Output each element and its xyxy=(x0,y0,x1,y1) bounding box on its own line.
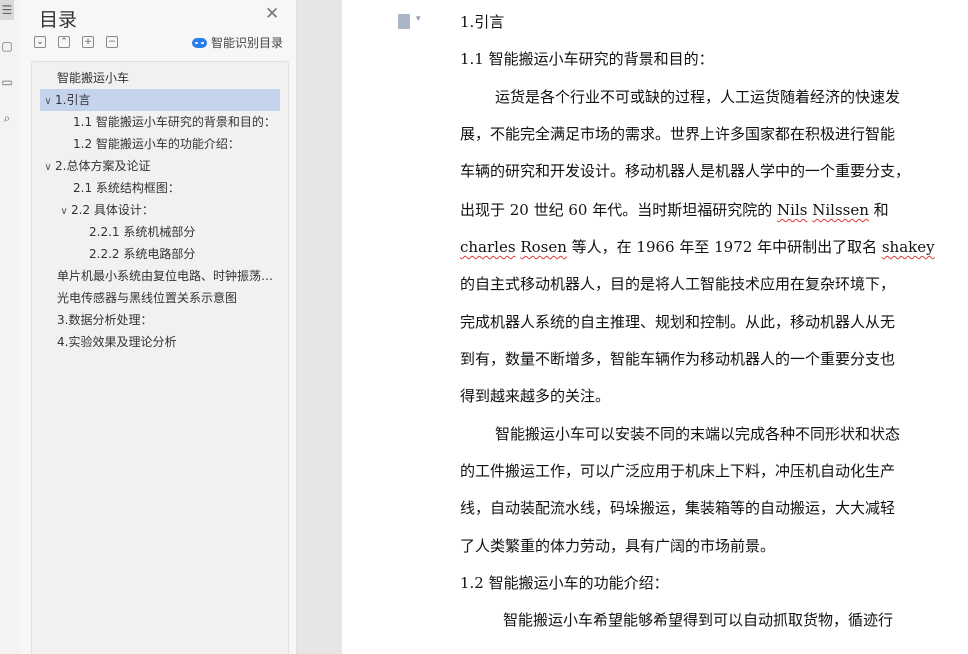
toc-item[interactable]: 2.1 系统结构框图： xyxy=(40,177,280,199)
chevron-down-icon[interactable]: ∨ xyxy=(41,157,55,177)
toc-item[interactable]: 2.2.1 系统机械部分 xyxy=(40,221,280,243)
heading-2: 1.2 智能搬运小车的功能介绍： xyxy=(460,574,669,592)
paragraph-line: 了人类繁重的体力劳动，具有广阔的市场前景。 xyxy=(460,537,776,555)
page-gutter xyxy=(297,0,341,654)
paragraph-line: 展，不能完全满足市场的需求。世界上许多国家都在积极进行智能 xyxy=(460,125,896,143)
remove-level-icon[interactable]: − xyxy=(106,36,118,48)
toc-item[interactable]: 1.2 智能搬运小车的功能介绍： xyxy=(40,133,280,155)
paragraph-line: 的工件搬运工作，可以广泛应用于机床上下料，冲压机自动化生产 xyxy=(460,462,896,480)
toc-item[interactable]: 4.实验效果及理论分析 xyxy=(40,331,280,353)
add-level-icon[interactable]: + xyxy=(82,36,94,48)
page-icon[interactable] xyxy=(398,14,410,29)
collapse-all-icon[interactable]: ⌄ xyxy=(34,36,46,48)
paragraph-line: 智能搬运小车可以安装不同的末端以完成各种不同形状和状态 xyxy=(495,425,901,443)
toc-item[interactable]: 光电传感器与黑线位置关系示意图 xyxy=(40,287,280,309)
close-icon[interactable]: ✕ xyxy=(265,4,279,24)
toc-item[interactable]: 单片机最小系统由复位电路、时钟振荡电路组成 xyxy=(40,265,280,287)
toc-rail-icon[interactable]: ☰ xyxy=(0,0,14,20)
toc-title: 目录 xyxy=(39,9,78,31)
toc-item[interactable]: ∨ 2.2 具体设计： xyxy=(40,199,280,221)
search-rail-icon[interactable]: ⌕ xyxy=(0,108,14,128)
paragraph-line: 线，自动装配流水线，码垛搬运，集装箱等的自动搬运，大大减轻 xyxy=(460,499,896,517)
paragraph-line: 智能搬运小车希望能够希望得到可以自动抓取货物，循迹行 xyxy=(503,611,894,629)
bookmark-rail-icon[interactable]: ▢ xyxy=(0,36,14,56)
document-page[interactable]: ▾ 1.引言 1.1 智能搬运小车研究的背景和目的： 运货是各个行业不可或缺的过… xyxy=(342,0,968,654)
heading-2: 1.1 智能搬运小车研究的背景和目的： xyxy=(460,50,714,68)
toc-item[interactable]: 2.2.2 系统电路部分 xyxy=(40,243,280,265)
comment-rail-icon[interactable]: ▭ xyxy=(0,72,14,92)
smart-toc-label: 智能识别目录 xyxy=(211,36,284,50)
toc-item[interactable]: 1.1 智能搬运小车研究的背景和目的： xyxy=(40,111,280,133)
paragraph-line: charles Rosen 等人，在 1966 年至 1972 年中研制出了取名… xyxy=(460,238,935,256)
chevron-down-icon[interactable]: ∨ xyxy=(57,201,71,221)
paragraph-line: 到有，数量不断增多，智能车辆作为移动机器人的一个重要分支也 xyxy=(460,350,896,368)
expand-all-icon[interactable]: ⌃ xyxy=(58,36,70,48)
toc-panel: 目录 ✕ ⌄ ⌃ + − 智能识别目录 智能搬运小车 ∨ 1.引言 1.1 智能搬… xyxy=(20,0,297,654)
ai-cloud-icon xyxy=(192,37,207,48)
heading-1: 1.引言 xyxy=(460,13,505,31)
toc-list: 智能搬运小车 ∨ 1.引言 1.1 智能搬运小车研究的背景和目的： 1.2 智能搬… xyxy=(31,61,289,654)
chevron-down-icon[interactable]: ▾ xyxy=(416,14,421,24)
chevron-down-icon[interactable]: ∨ xyxy=(41,91,55,111)
paragraph-line: 的自主式移动机器人，目的是将人工智能技术应用在复杂环境下， xyxy=(460,275,896,293)
paragraph-line: 车辆的研究和开发设计。移动机器人是机器人学中的一个重要分支， xyxy=(460,162,911,180)
toc-item-selected[interactable]: ∨ 1.引言 xyxy=(40,89,280,111)
app-window: ☰ ▢ ▭ ⌕ 目录 ✕ ⌄ ⌃ + − 智能识别目录 智能搬运小车 ∨ 1.引言… xyxy=(0,0,968,654)
toc-item[interactable]: 智能搬运小车 xyxy=(40,67,280,89)
paragraph-line: 得到越来越多的关注。 xyxy=(460,387,611,405)
smart-toc-button[interactable]: 智能识别目录 xyxy=(192,34,283,51)
toc-item[interactable]: 3.数据分析处理： xyxy=(40,309,280,331)
side-rail: ☰ ▢ ▭ ⌕ xyxy=(0,0,21,654)
paragraph-line: 完成机器人系统的自主推理、规划和控制。从此，移动机器人从无 xyxy=(460,313,896,331)
toc-item[interactable]: ∨ 2.总体方案及论证 xyxy=(40,155,280,177)
paragraph-line: 运货是各个行业不可或缺的过程，人工运货随着经济的快速发 xyxy=(495,88,901,106)
paragraph-line: 出现于 20 世纪 60 年代。当时斯坦福研究院的 Nils Nilssen 和 xyxy=(460,201,889,219)
